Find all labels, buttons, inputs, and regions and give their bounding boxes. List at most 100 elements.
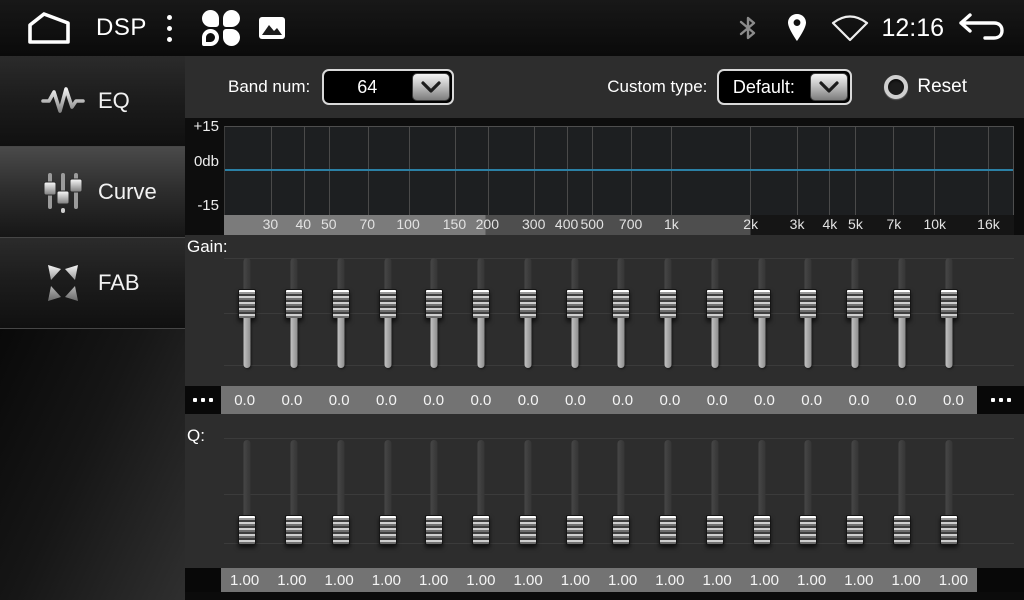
back-button[interactable] [956, 11, 1006, 45]
q-slider[interactable] [551, 434, 598, 560]
gain-slider[interactable] [458, 252, 505, 380]
slider-track-upper [758, 440, 765, 520]
slider-handle[interactable] [612, 515, 630, 545]
chevron-down-icon[interactable] [412, 73, 450, 101]
gain-slider[interactable] [692, 252, 739, 380]
gain-value: 0.0 [741, 392, 788, 409]
slider-handle[interactable] [566, 515, 584, 545]
gain-slider[interactable] [598, 252, 645, 380]
gain-slider[interactable] [925, 252, 972, 380]
gain-slider[interactable] [785, 252, 832, 380]
slider-handle[interactable] [799, 515, 817, 545]
gain-slider[interactable] [879, 252, 926, 380]
sidebar-item-fab[interactable]: FAB [0, 238, 185, 329]
q-slider[interactable] [785, 434, 832, 560]
q-slider[interactable] [645, 434, 692, 560]
home-icon[interactable] [26, 10, 72, 46]
slider-handle[interactable] [706, 515, 724, 545]
slider-handle[interactable] [379, 515, 397, 545]
q-slider[interactable] [224, 434, 271, 560]
gain-slider[interactable] [505, 252, 552, 380]
custom-type-select[interactable]: Default: [717, 69, 852, 105]
slider-handle[interactable] [753, 515, 771, 545]
slider-handle[interactable] [425, 515, 443, 545]
q-slider[interactable] [832, 434, 879, 560]
sidebar-item-eq[interactable]: EQ [0, 56, 185, 147]
q-slider[interactable] [271, 434, 318, 560]
slider-handle[interactable] [846, 289, 864, 319]
slider-handle[interactable] [940, 515, 958, 545]
q-slider[interactable] [879, 434, 926, 560]
gallery-icon[interactable] [258, 16, 286, 40]
slider-handle[interactable] [659, 515, 677, 545]
slider-handle[interactable] [332, 515, 350, 545]
gain-slider-row [224, 252, 972, 380]
q-slider[interactable] [318, 434, 365, 560]
slider-track-upper [571, 440, 578, 520]
frequency-tick: 500 [580, 216, 603, 232]
slider-handle[interactable] [893, 515, 911, 545]
sidebar-item-curve[interactable]: Curve [0, 147, 185, 238]
gain-slider[interactable] [224, 252, 271, 380]
slider-track-lower [478, 318, 485, 368]
gain-value: 0.0 [883, 392, 930, 409]
gain-value: 0.0 [835, 392, 882, 409]
slider-track-lower [337, 318, 344, 368]
slider-handle[interactable] [753, 289, 771, 319]
gain-slider[interactable] [271, 252, 318, 380]
q-slider[interactable] [925, 434, 972, 560]
wifi-icon [831, 14, 869, 42]
apps-grid-icon[interactable] [202, 9, 240, 47]
gain-slider[interactable] [832, 252, 879, 380]
gain-slider[interactable] [364, 252, 411, 380]
frequency-tick: 200 [476, 216, 499, 232]
slider-handle[interactable] [519, 515, 537, 545]
slider-handle[interactable] [332, 289, 350, 319]
gain-slider[interactable] [318, 252, 365, 380]
slider-handle[interactable] [472, 515, 490, 545]
q-slider[interactable] [458, 434, 505, 560]
q-slider[interactable] [738, 434, 785, 560]
slider-handle[interactable] [706, 289, 724, 319]
petal-shape [223, 29, 240, 46]
slider-handle[interactable] [472, 289, 490, 319]
q-slider[interactable] [598, 434, 645, 560]
slider-handle[interactable] [238, 515, 256, 545]
chevron-down-icon[interactable] [810, 73, 848, 101]
slider-handle[interactable] [285, 289, 303, 319]
slider-handle[interactable] [659, 289, 677, 319]
gain-slider[interactable] [411, 252, 458, 380]
slider-handle[interactable] [846, 515, 864, 545]
overflow-menu-icon[interactable] [167, 15, 172, 42]
gain-scroll-right-button[interactable] [977, 386, 1024, 414]
gain-slider[interactable] [738, 252, 785, 380]
q-slider[interactable] [692, 434, 739, 560]
slider-handle[interactable] [285, 515, 303, 545]
slider-handle[interactable] [425, 289, 443, 319]
q-slider[interactable] [364, 434, 411, 560]
sidebar-item-label: FAB [98, 270, 140, 296]
slider-track-upper [945, 440, 952, 520]
gain-scroll-left-button[interactable] [185, 386, 221, 414]
bluetooth-icon [737, 14, 759, 42]
location-icon [785, 13, 809, 43]
clock: 12:16 [881, 14, 944, 43]
gain-slider[interactable] [645, 252, 692, 380]
slider-handle[interactable] [893, 289, 911, 319]
slider-handle[interactable] [612, 289, 630, 319]
band-num-label: Band num: [228, 77, 310, 97]
curve-plot-area[interactable] [224, 126, 1014, 215]
slider-handle[interactable] [379, 289, 397, 319]
q-slider[interactable] [505, 434, 552, 560]
gain-slider[interactable] [551, 252, 598, 380]
slider-handle[interactable] [566, 289, 584, 319]
slider-handle[interactable] [238, 289, 256, 319]
slider-handle[interactable] [519, 289, 537, 319]
reset-radio[interactable] [884, 75, 908, 99]
slider-handle[interactable] [799, 289, 817, 319]
grid-line [829, 127, 830, 215]
controls-row: Band num: 64 Custom type: Default: [185, 56, 1024, 118]
band-num-select[interactable]: 64 [322, 69, 454, 105]
q-slider[interactable] [411, 434, 458, 560]
slider-handle[interactable] [940, 289, 958, 319]
